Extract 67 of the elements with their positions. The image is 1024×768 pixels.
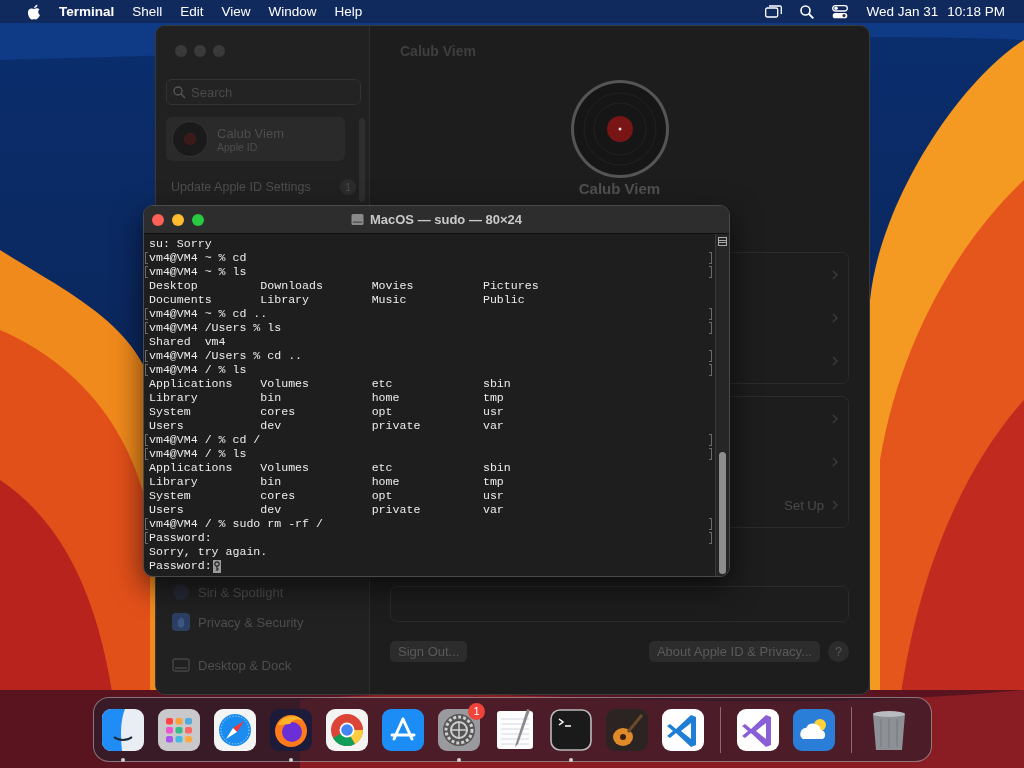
globe-icon[interactable] [270,708,312,751]
terminal-line: Documents Library Music Public [148,293,525,307]
hand-icon [172,613,190,631]
zoom-button[interactable] [192,213,204,226]
terminal-line: Shared vm4 [148,335,226,349]
terminal-line: Applications Volumes etc sbin [148,461,511,475]
tools-icon[interactable] [382,708,424,751]
window-title: MacOS — sudo — 80×24 [369,212,523,227]
menu-item[interactable]: Window [259,4,326,19]
split-square-icon[interactable] [102,708,144,751]
screens-icon[interactable] [765,5,783,18]
toggles-icon[interactable] [832,4,849,19]
search-icon[interactable] [800,4,815,19]
terminal-line: su: Sorry [148,237,212,251]
split-view-icon[interactable] [718,237,727,246]
menu-item[interactable]: Shell [123,4,172,19]
scrollbar-thumb[interactable] [719,452,726,574]
menu-item[interactable]: Help [325,4,372,19]
guitar-icon[interactable] [606,708,648,751]
search-icon [173,86,186,99]
close-button[interactable] [152,213,164,226]
menu-item[interactable]: View [212,4,260,19]
terminal-line: vm4@VM4 / % sudo rm -rf / [148,517,323,531]
terminal-line: vm4@VM4 / % ls [148,447,247,461]
terminal-line: Users dev private var [148,503,504,517]
chevron-icon [832,356,838,367]
terminal-line: vm4@VM4 ~ % cd [148,251,247,265]
terminal-line: System cores opt usr [148,405,504,419]
terminal-line: System cores opt usr [148,489,504,503]
terminal-line: Applications Volumes etc sbin [148,377,511,391]
orb-icon [172,583,190,601]
chevron-icon [832,269,838,280]
terminal-line: Password: [148,531,212,545]
chevron-icon [832,413,838,424]
chevron-icon [832,313,838,323]
menu-item[interactable]: Edit [171,4,213,19]
terminal-line: Users dev private var [148,419,504,433]
desktop-icon [172,658,190,672]
terminal-line: vm4@VM4 / % ls [148,363,247,377]
terminal-line: Desktop Downloads Movies Pictures [148,279,539,293]
cloud-sun-icon[interactable] [793,708,835,751]
terminal-line: vm4@VM4 /Users % ls [148,321,282,335]
ring-icon[interactable] [326,708,368,751]
gear-icon[interactable] [438,708,480,751]
terminal-line: Sorry, try again. [148,545,268,559]
minimize-button[interactable] [172,213,184,226]
ribbon-icon[interactable] [662,708,704,751]
terminal-line: vm4@VM4 /Users % cd .. [148,349,303,363]
apple-icon[interactable] [27,3,41,20]
menu-time[interactable]: 10:18 PM [947,4,1014,19]
notepad-icon[interactable] [494,708,536,751]
menu-date[interactable]: Wed Jan 31 [857,4,948,19]
terminal-icon[interactable] [550,708,592,751]
help-button[interactable]: ? [828,641,849,662]
terminal-line: Library bin home tmp [148,391,504,405]
grid-icon[interactable] [158,708,200,751]
chevron-icon [832,500,838,511]
chevron-icon [832,457,838,467]
avatar [172,121,208,157]
terminal-line: vm4@VM4 ~ % cd .. [148,307,268,321]
ribbon-icon[interactable] [737,708,779,751]
terminal-line: vm4@VM4 / % cd / [148,433,261,447]
terminal-line: Library bin home tmp [148,475,504,489]
terminal-line: Password: [148,559,221,573]
compass-icon[interactable] [214,708,256,751]
terminal-line: vm4@VM4 ~ % ls [148,265,247,279]
app-menu[interactable]: Terminal [50,4,124,19]
